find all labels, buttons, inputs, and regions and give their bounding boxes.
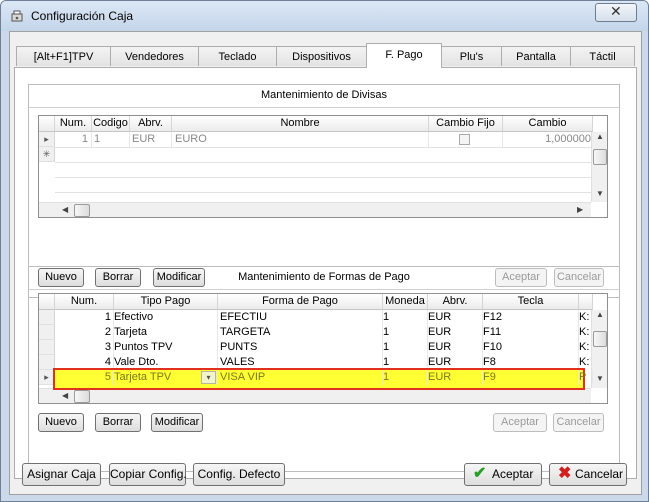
tab-alt-f1-tpv[interactable]: [Alt+F1]TPV [16,46,111,66]
col-header-num[interactable]: Num. [55,116,92,132]
scroll-thumb[interactable] [593,331,607,347]
cell-cambio: 1,000000 [503,132,593,147]
cell-moneda: 1 [383,340,428,355]
col-header-moneda[interactable]: Moneda [383,294,428,310]
divisas-horizontal-scrollbar[interactable]: ◀ ▶ [39,202,591,217]
cell-forma-pago: PUNTS [218,340,383,355]
col-header-cambio[interactable]: Cambio [503,116,593,132]
cell-tecla: F9 [483,370,579,385]
f-pago-tab-panel: Mantenimiento de Divisas Num. Codigo Abr… [14,67,637,479]
col-header-codigo[interactable]: Codigo [92,116,130,132]
config-defecto-button[interactable]: Config. Defecto [193,463,285,486]
cell-extra: P [579,370,593,385]
cell-abrv: EUR [428,340,483,355]
cell-tipo-pago: Tarjeta [114,325,218,340]
title-bar: Configuración Caja ✕ [1,1,648,31]
divisas-vertical-scrollbar[interactable]: ▲ ▼ [591,132,607,202]
scroll-up-icon[interactable]: ▲ [596,132,604,141]
cross-icon: ✖ [558,465,572,482]
cell-moneda: 1 [383,370,428,385]
col-header-tipo-pago[interactable]: Tipo Pago [114,294,218,310]
cell-nombre: EURO [172,132,429,147]
cell-cambio-fijo [429,132,503,147]
scroll-right-icon[interactable]: ▶ [577,205,583,214]
scroll-left-icon[interactable]: ◀ [62,205,68,214]
formas-vertical-scrollbar[interactable]: ▲ ▼ [591,310,607,388]
tab-tactil[interactable]: Táctil [570,46,635,66]
cell-tecla: F11 [483,325,579,340]
formas-pago-group-title: Mantenimiento de Formas de Pago [238,271,410,283]
divisas-grid[interactable]: Num. Codigo Abrv. Nombre Cambio Fijo Cam… [38,115,608,218]
divisas-group-title: Mantenimiento de Divisas [261,89,387,101]
tab-teclado[interactable]: Teclado [198,46,277,66]
tab-plus[interactable]: Plu's [441,46,502,66]
cell-num: 5 [55,370,114,385]
cell-abrv: EUR [428,325,483,340]
copiar-config-button[interactable]: Copiar Config. [109,463,187,486]
cell-tecla: F12 [483,310,579,325]
cancelar-label: Cancelar [575,467,624,481]
cell-num: 1 [55,132,92,147]
aceptar-label: Aceptar [492,467,534,481]
cell-tecla: F10 [483,340,579,355]
formas-cancelar-button[interactable]: Cancelar [553,413,604,432]
col-header-nombre[interactable]: Nombre [172,116,429,132]
cell-forma-pago: EFECTIU [218,310,383,325]
cell-abrv: EUR [428,370,483,385]
tab-f-pago[interactable]: F. Pago [366,43,442,68]
col-header-abrv[interactable]: Abrv. [428,294,483,310]
grid-corner [39,294,55,310]
checkmark-icon: ✔ [473,465,487,482]
cash-register-icon [11,10,23,22]
aceptar-button[interactable]: ✔ Aceptar [464,463,542,486]
cell-forma-pago: TARGETA [218,325,383,340]
cambio-fijo-checkbox[interactable] [459,134,470,145]
col-header-extra[interactable] [579,294,593,310]
cancelar-button[interactable]: ✖ Cancelar [549,463,627,486]
formas-aceptar-button[interactable]: Aceptar [493,413,547,432]
scroll-thumb[interactable] [593,149,607,165]
scroll-thumb[interactable] [74,390,90,403]
col-header-abrv[interactable]: Abrv. [130,116,172,132]
cell-num: 1 [55,310,114,325]
scroll-thumb[interactable] [74,204,90,217]
cell-codigo: 1 [92,132,130,147]
col-header-num[interactable]: Num. [55,294,114,310]
cell-tipo-pago: Puntos TPV [114,340,218,355]
scroll-left-icon[interactable]: ◀ [62,391,68,400]
col-header-forma-pago[interactable]: Forma de Pago [218,294,383,310]
col-header-cambio-fijo[interactable]: Cambio Fijo [429,116,503,132]
scroll-down-icon[interactable]: ▼ [596,374,604,383]
formas-pago-group: Mantenimiento de Formas de Pago Num. Tip… [28,266,620,472]
current-row-indicator: ▸ [39,132,55,147]
asignar-caja-button[interactable]: Asignar Caja [22,463,101,486]
new-row-indicator: ✳ [39,147,55,162]
col-header-tecla[interactable]: Tecla [483,294,579,310]
scroll-up-icon[interactable]: ▲ [596,310,604,319]
cell-forma-pago: VISA VIP [218,370,383,385]
formas-borrar-button[interactable]: Borrar [95,413,141,432]
dialog-client-area: [Alt+F1]TPV Vendedores Teclado Dispositi… [9,31,642,495]
grid-corner [39,116,55,132]
formas-modificar-button[interactable]: Modificar [151,413,203,432]
cell-moneda: 1 [383,310,428,325]
cell-num: 3 [55,340,114,355]
cell-abrv: EUR [130,132,172,147]
cell-tipo-pago: Efectivo [114,310,218,325]
tab-pantalla[interactable]: Pantalla [501,46,571,66]
cell-moneda: 1 [383,325,428,340]
window-title: Configuración Caja [31,9,134,23]
formas-horizontal-scrollbar[interactable]: ◀ [39,388,591,403]
cell-num: 2 [55,325,114,340]
formas-nuevo-button[interactable]: Nuevo [38,413,84,432]
cell-abrv: EUR [428,310,483,325]
tab-vendedores[interactable]: Vendedores [110,46,199,66]
scroll-down-icon[interactable]: ▼ [596,189,604,198]
close-button[interactable]: ✕ [595,3,637,22]
configuracion-caja-window: Configuración Caja ✕ [Alt+F1]TPV Vendedo… [0,0,649,502]
tab-dispositivos[interactable]: Dispositivos [276,46,367,66]
close-icon: ✕ [610,3,622,19]
tipo-pago-dropdown-icon[interactable]: ▾ [201,371,216,384]
